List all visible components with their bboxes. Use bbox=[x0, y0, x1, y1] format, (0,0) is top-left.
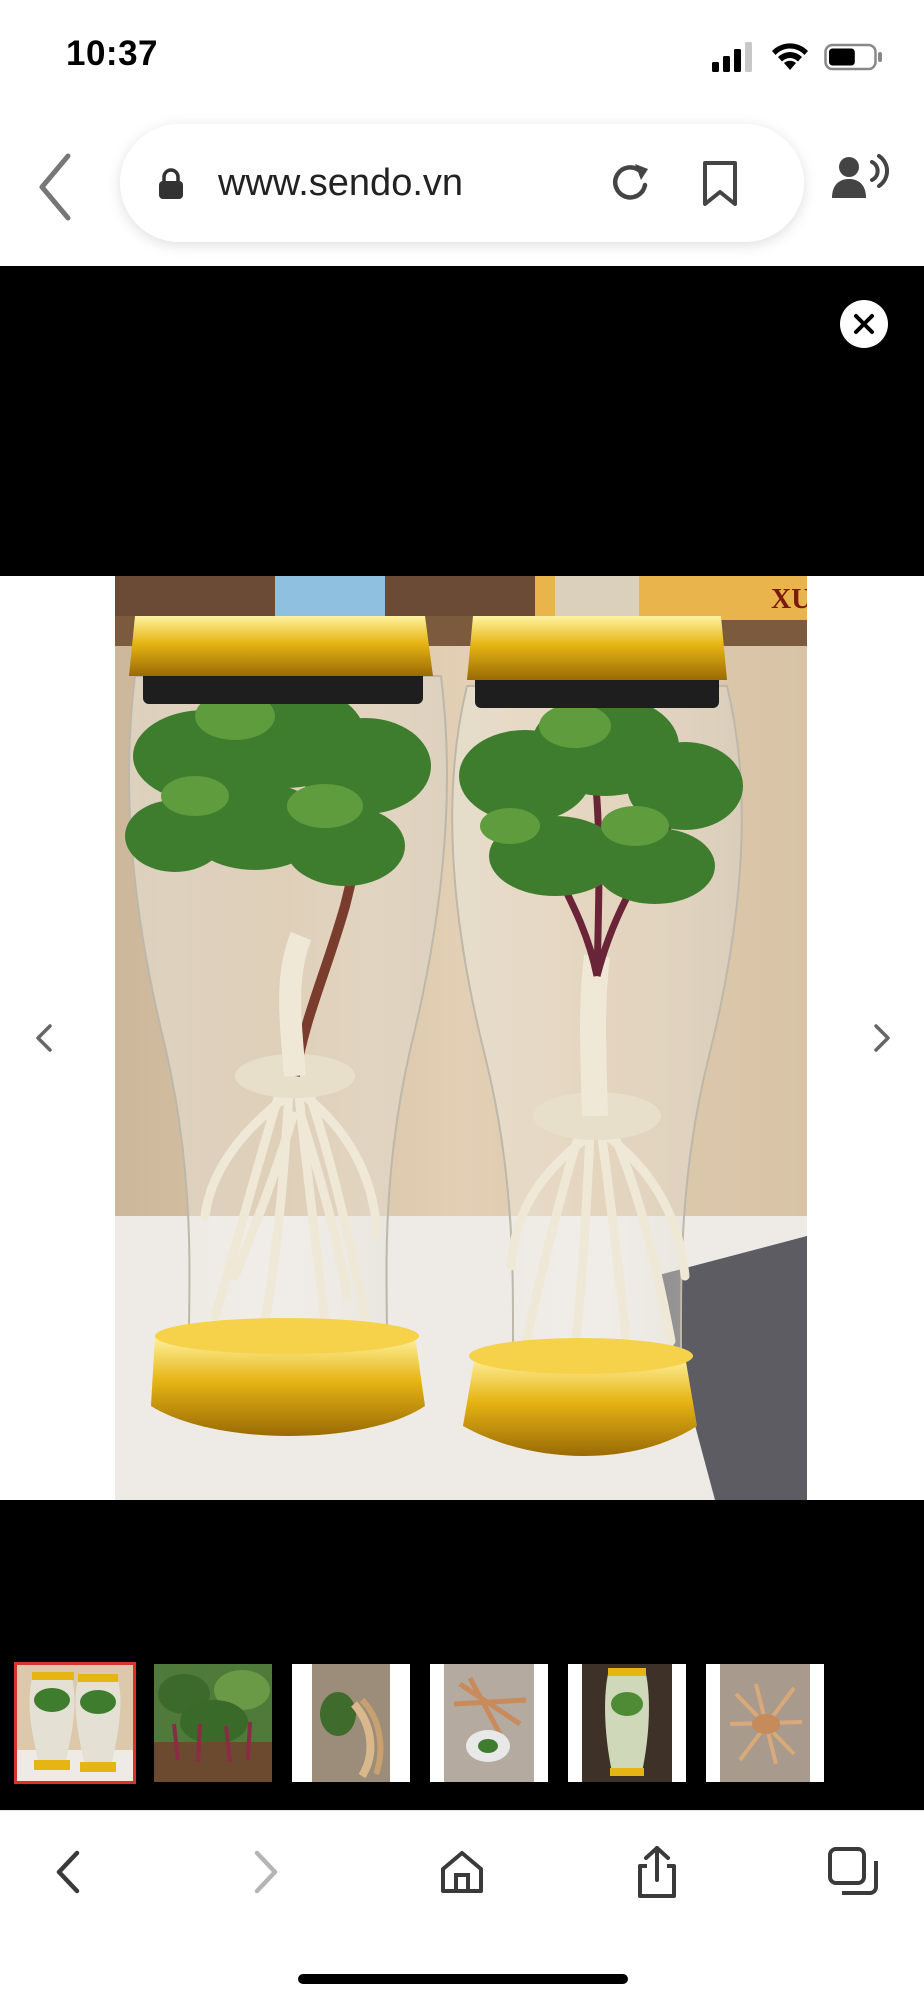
home-icon bbox=[441, 1851, 483, 1893]
cellular-signal-icon bbox=[712, 42, 752, 72]
status-time: 10:37 bbox=[66, 34, 159, 73]
browser-toolbar bbox=[0, 1810, 924, 2001]
product-photo: XU bbox=[115, 576, 807, 1500]
tabs-icon bbox=[828, 1847, 878, 1895]
battery-icon bbox=[824, 43, 882, 71]
speaker-person-icon[interactable] bbox=[832, 154, 890, 200]
home-button[interactable] bbox=[427, 1837, 497, 1907]
browser-bar: www.sendo.vn bbox=[0, 110, 924, 266]
home-indicator bbox=[298, 1974, 628, 1984]
reload-icon[interactable] bbox=[608, 160, 654, 206]
next-image-icon[interactable] bbox=[868, 1018, 896, 1058]
jars-illustration: XU bbox=[115, 576, 807, 1500]
background-sign-text: XU bbox=[771, 584, 807, 615]
thumbnail-strip bbox=[0, 1662, 924, 1784]
bookmark-icon[interactable] bbox=[700, 160, 740, 208]
back-icon[interactable] bbox=[36, 152, 76, 222]
thumbnail-5[interactable] bbox=[568, 1664, 686, 1782]
share-icon bbox=[638, 1846, 676, 1898]
wifi-icon bbox=[772, 43, 808, 70]
lock-icon bbox=[159, 168, 183, 199]
share-button[interactable] bbox=[622, 1837, 692, 1907]
tabs-button[interactable] bbox=[818, 1837, 888, 1907]
viewer-side-right bbox=[807, 576, 924, 1500]
address-bar[interactable]: www.sendo.vn bbox=[120, 124, 804, 242]
back-button[interactable] bbox=[34, 1837, 104, 1907]
chevron-right-icon bbox=[254, 1850, 278, 1894]
url-text[interactable]: www.sendo.vn bbox=[218, 162, 463, 205]
thumbnail-4[interactable] bbox=[430, 1664, 548, 1782]
close-button[interactable] bbox=[840, 300, 888, 348]
previous-image-icon[interactable] bbox=[30, 1018, 58, 1058]
status-icons bbox=[712, 40, 884, 74]
close-icon bbox=[854, 314, 874, 334]
thumbnail-1[interactable] bbox=[14, 1662, 136, 1784]
image-viewer: XU bbox=[0, 266, 924, 1810]
thumbnail-2[interactable] bbox=[154, 1664, 272, 1782]
forward-button[interactable] bbox=[230, 1837, 300, 1907]
chevron-left-icon bbox=[56, 1850, 80, 1894]
status-bar: 10:37 bbox=[0, 0, 924, 110]
thumbnail-3[interactable] bbox=[292, 1664, 410, 1782]
thumbnail-6[interactable] bbox=[706, 1664, 824, 1782]
